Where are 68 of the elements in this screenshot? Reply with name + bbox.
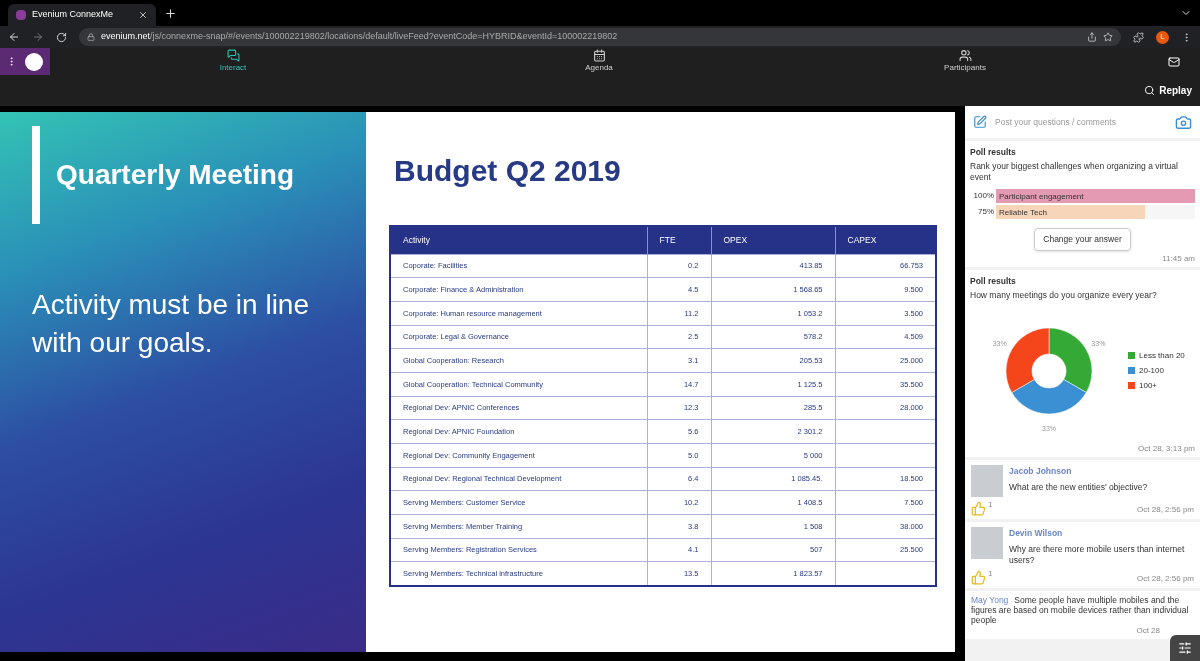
avatar-placeholder — [971, 464, 1003, 497]
slide-statement: Activity must be in line with our goals. — [32, 288, 310, 360]
camera-icon[interactable] — [1175, 113, 1192, 131]
legend-label: Less than 20 — [1139, 349, 1185, 362]
column-header: CAPEX — [835, 226, 936, 254]
avatar-placeholder — [971, 526, 1003, 559]
column-header: OPEX — [711, 226, 835, 254]
slide-title: Budget Q2 2019 — [394, 153, 622, 189]
timestamp: Oct 28, 2:56 pm — [1137, 573, 1194, 586]
poll-title: Poll results — [970, 146, 1017, 159]
mail-icon[interactable] — [1168, 55, 1180, 68]
like-count: 1 — [988, 498, 993, 511]
favicon-icon — [16, 10, 26, 20]
chat-icon — [226, 49, 240, 62]
sliders-icon — [1178, 641, 1192, 655]
nav-tab[interactable]: Agenda — [416, 49, 782, 74]
column-header: FTE — [647, 226, 711, 254]
app-logo[interactable] — [25, 52, 43, 71]
reload-icon[interactable] — [56, 31, 67, 43]
nav-tab[interactable]: Participants — [782, 49, 1148, 74]
comment-text: What are the new entities' objective? — [1009, 482, 1148, 494]
star-icon[interactable] — [1103, 32, 1113, 42]
browser-tab[interactable]: Evenium ConnexMe — [8, 4, 156, 26]
compose-icon — [973, 115, 987, 129]
profile-avatar[interactable]: L — [1156, 30, 1169, 44]
search-icon — [1144, 85, 1156, 96]
change-answer-button[interactable]: Change your answer — [1034, 227, 1131, 251]
filter-button[interactable] — [1170, 635, 1200, 661]
timestamp: Oct 28, 2:56 pm — [1137, 503, 1194, 516]
poll-percent: 100% — [972, 189, 994, 202]
people-icon — [958, 49, 972, 62]
share-icon[interactable] — [1087, 32, 1097, 42]
legend-label: 100+ — [1139, 379, 1158, 392]
replay-button[interactable]: Replay — [1144, 83, 1192, 98]
comment-field[interactable]: Post your questions / comments — [965, 106, 1200, 138]
legend-swatch — [1128, 367, 1135, 374]
legend-swatch — [1128, 352, 1135, 359]
poll-option: Reliable Tech — [999, 206, 1047, 219]
tab-title: Evenium ConnexMe — [32, 8, 115, 22]
author-name: Jacob Johnson — [1009, 464, 1073, 478]
url-text: evenium.net/js/connexme-snap/#/events/100002219802/locations/default/liveFeed?eventCode=HYBRID&eventId=100002219802 — [101, 30, 618, 44]
column-header: Activity — [390, 226, 647, 254]
back-icon[interactable] — [8, 31, 20, 43]
legend-label: 20-100 — [1139, 364, 1164, 377]
author-name: Devin Wilson — [1009, 526, 1064, 540]
thumbs-up-icon[interactable] — [971, 500, 986, 516]
timestamp: Oct 28 — [1136, 625, 1160, 638]
new-tab-icon[interactable] — [164, 6, 177, 20]
comment-text: May Yong Some people have multiple mobiles and the figures are based on mobile devices rather than individual people — [971, 595, 1190, 626]
timestamp: 11:45 am — [1162, 252, 1195, 265]
calendar-icon — [592, 49, 606, 62]
poll-question: How many meetings do you organize every year? — [970, 289, 1158, 301]
extensions-icon[interactable] — [1133, 31, 1144, 43]
slide-heading: Quarterly Meeting — [56, 158, 295, 192]
poll-option: Participant engagement — [999, 190, 1084, 203]
timestamp: Oct 28, 3:13 pm — [1138, 442, 1195, 455]
poll-percent: 75% — [977, 205, 994, 218]
comment-input[interactable]: Post your questions / comments — [995, 115, 1167, 129]
thumbs-up-icon[interactable] — [971, 570, 986, 586]
address-bar[interactable]: evenium.net/js/connexme-snap/#/events/100002219802/locations/default/liveFeed?eventCode=HYBRID&eventId=100002219802 — [79, 28, 1121, 46]
nav-tab[interactable]: Interact — [50, 49, 416, 74]
lock-icon — [87, 33, 95, 41]
poll-title: Poll results — [970, 274, 1017, 288]
comment-text: Why are there more mobile users than internet users? — [1009, 544, 1186, 567]
like-count: 1 — [988, 568, 993, 581]
legend-swatch — [1128, 382, 1135, 389]
close-icon[interactable] — [138, 10, 148, 20]
poll-question: Rank your biggest challenges when organizing a virtual event — [970, 160, 1179, 183]
